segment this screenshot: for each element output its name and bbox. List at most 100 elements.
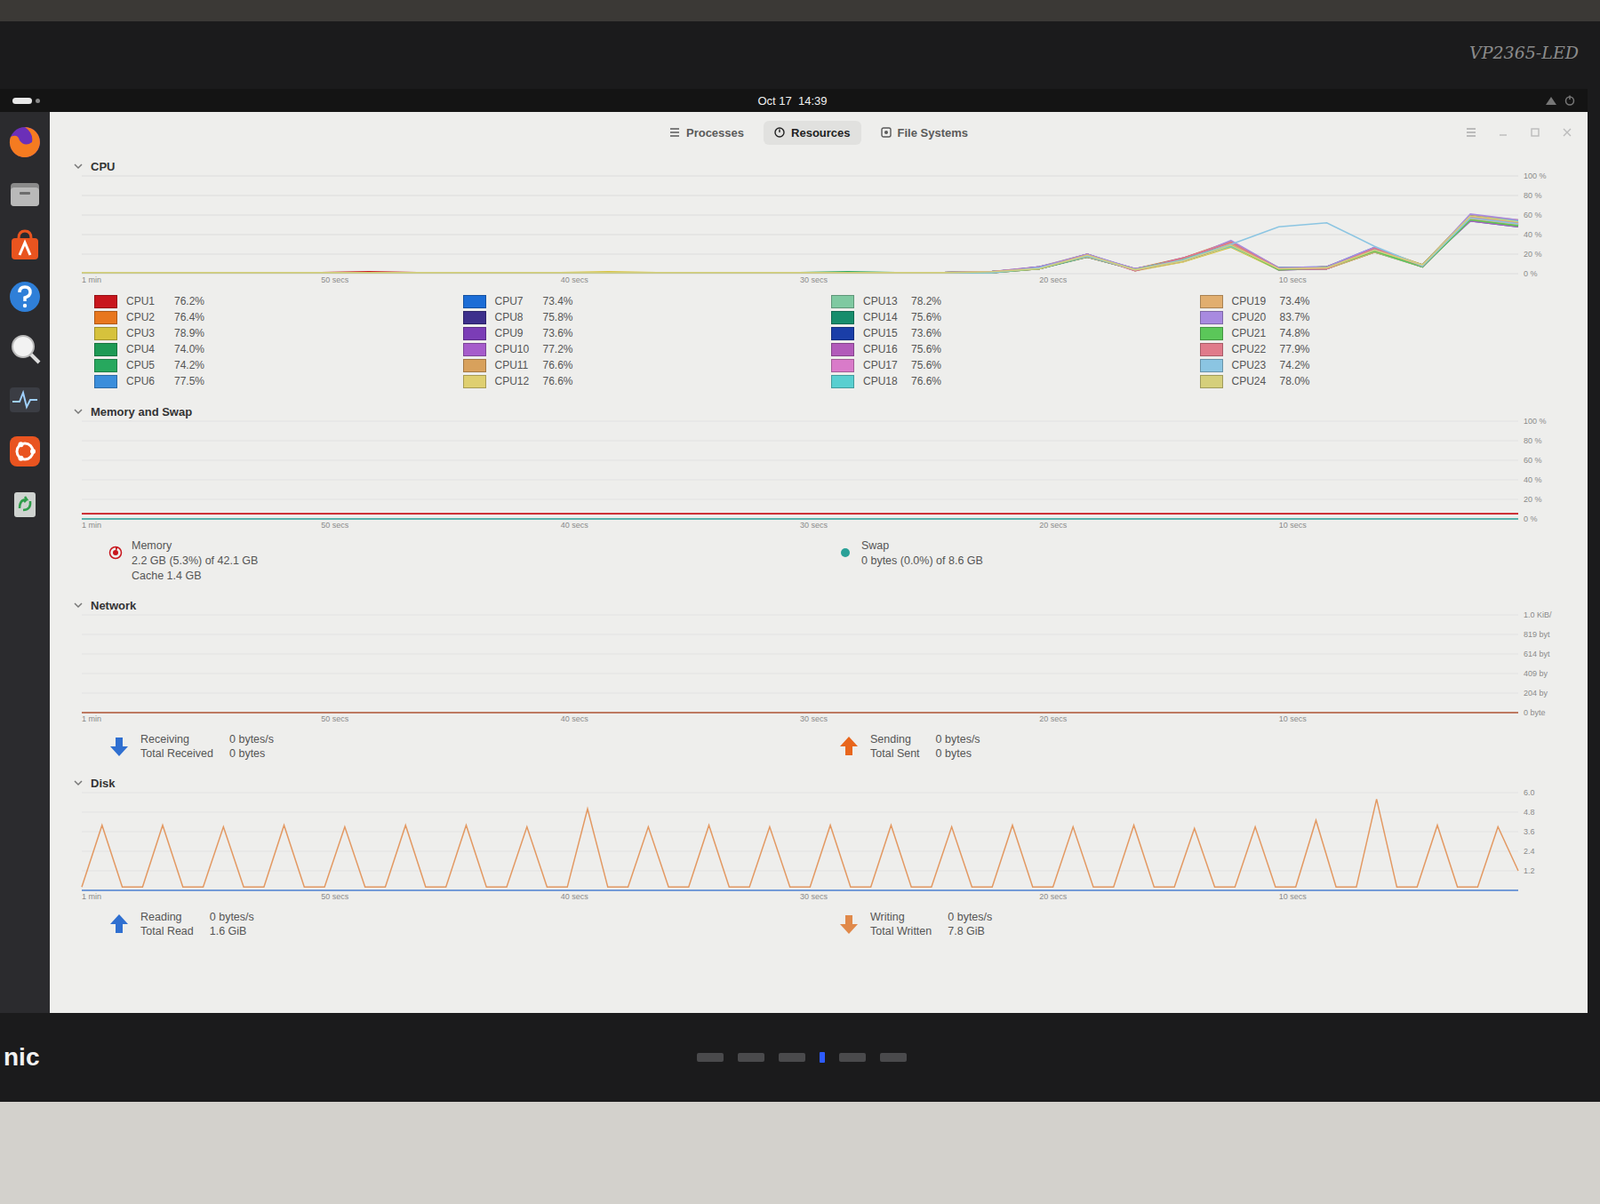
cpu-legend-item: CPU973.6% (463, 325, 832, 342)
cpu-legend-item: CPU1475.6% (831, 309, 1200, 326)
arrow-up-icon[interactable] (838, 736, 860, 758)
maximize-icon[interactable] (1528, 126, 1542, 139)
disk-chart-area: 1 min50 secs40 secs30 secs20 secs10 secs… (72, 792, 1568, 905)
clock[interactable]: Oct 17 14:39 (757, 94, 827, 108)
cpu-value: 76.2% (174, 295, 205, 308)
memory-chart-area: 1 min50 secs40 secs30 secs20 secs10 secs… (72, 421, 1568, 534)
cpu-line (81, 218, 1519, 273)
monitor-button[interactable] (880, 1053, 907, 1063)
cpu-legend-item: CPU2277.9% (1200, 341, 1569, 358)
dot-icon[interactable] (838, 545, 853, 560)
color-swatch[interactable] (463, 343, 487, 357)
color-swatch[interactable] (94, 311, 118, 325)
color-swatch[interactable] (463, 327, 487, 341)
grid-line (81, 712, 1519, 714)
status-area[interactable] (1544, 95, 1576, 106)
help-icon[interactable] (7, 279, 43, 315)
x-tick: 50 secs (320, 520, 560, 534)
trash-icon[interactable] (7, 485, 43, 521)
minimize-icon[interactable] (1496, 126, 1510, 139)
color-swatch[interactable] (831, 327, 855, 341)
arrow-down-icon[interactable] (108, 736, 130, 758)
cpu-name: CPU6 (126, 375, 166, 388)
cpu-chart-area: 1 min50 secs40 secs30 secs20 secs10 secs… (72, 176, 1568, 288)
activities-dot-icon (35, 98, 40, 104)
y-tick: 60 % (1523, 456, 1543, 465)
monitor-button[interactable] (778, 1053, 806, 1063)
pie-icon[interactable] (108, 545, 123, 560)
section-header[interactable]: CPU (72, 156, 1568, 176)
color-swatch[interactable] (463, 375, 487, 389)
grid-line (81, 792, 1519, 794)
color-swatch[interactable] (463, 359, 487, 373)
color-swatch[interactable] (831, 359, 855, 373)
legend-total-label: Total Read (140, 924, 194, 939)
cpu-line (81, 216, 1519, 273)
y-tick: 1.2 (1523, 867, 1536, 876)
color-swatch[interactable] (1200, 295, 1224, 309)
app-center-icon[interactable] (7, 227, 43, 264)
network-line (81, 712, 1519, 714)
x-tick: 40 secs (560, 892, 800, 905)
color-swatch[interactable] (463, 295, 487, 309)
color-swatch[interactable] (831, 375, 855, 389)
network-legend: Receiving0 bytes/sTotal Received0 bytesS… (72, 727, 1568, 761)
header-bar: Processes Resources File Systems (49, 112, 1588, 153)
legend-label: Receiving (140, 732, 214, 747)
grid-line (81, 871, 1519, 872)
color-swatch[interactable] (94, 359, 118, 373)
cpu-legend-item: CPU773.4% (463, 293, 832, 310)
tab[interactable]: File Systems (870, 120, 980, 145)
monitor-button[interactable] (839, 1053, 866, 1063)
legend-total-label: Total Written (870, 924, 932, 939)
y-tick: 614 byt (1523, 650, 1551, 659)
monitor-bezel-bottom: nic (0, 1013, 1600, 1103)
color-swatch[interactable] (1200, 343, 1224, 357)
close-icon[interactable] (1560, 126, 1574, 139)
color-swatch[interactable] (1200, 327, 1224, 341)
color-swatch[interactable] (831, 343, 855, 357)
cpu-legend-item: CPU2083.7% (1200, 309, 1569, 326)
section-header[interactable]: Memory and Swap (72, 401, 1568, 422)
grid-line (81, 215, 1519, 216)
search-icon[interactable] (7, 330, 43, 367)
arrow-down-icon[interactable] (838, 913, 860, 936)
color-swatch[interactable] (831, 311, 855, 325)
screen: Oct 17 14:39Processes Resources File Syste… (0, 88, 1588, 1014)
color-swatch[interactable] (94, 375, 118, 389)
cpu-value: 73.6% (911, 327, 942, 340)
color-swatch[interactable] (94, 327, 118, 341)
activities-button[interactable] (12, 97, 40, 104)
color-swatch[interactable] (94, 295, 118, 309)
y-axis: 1.0 KiB/819 byt614 byt409 by204 by0 byte (1523, 615, 1568, 713)
arrow-up-icon[interactable] (108, 913, 130, 936)
section-header[interactable]: Network (72, 595, 1568, 616)
y-tick: 20 % (1523, 250, 1543, 259)
ubuntu-icon[interactable] (7, 433, 43, 470)
legend-rate: 0 bytes/s (229, 732, 274, 747)
y-tick: 6.0 (1523, 789, 1536, 798)
color-swatch[interactable] (831, 295, 855, 309)
firefox-icon[interactable] (7, 124, 43, 160)
y-tick: 20 % (1523, 496, 1543, 504)
cpu-line (81, 216, 1519, 273)
tab[interactable]: Resources (763, 120, 861, 145)
cpu-name: CPU14 (863, 311, 903, 324)
monitor-button[interactable] (696, 1053, 724, 1063)
section-header[interactable]: Disk (72, 773, 1568, 793)
color-swatch[interactable] (463, 311, 487, 325)
system-monitor-icon[interactable] (7, 382, 43, 418)
color-swatch[interactable] (1200, 311, 1224, 325)
menu-icon[interactable] (1464, 126, 1478, 139)
io-legend-item: Sending0 bytes/sTotal Sent0 bytes (838, 732, 1568, 761)
monitor-button[interactable] (737, 1053, 765, 1063)
color-swatch[interactable] (94, 343, 118, 357)
files-icon[interactable] (7, 176, 43, 212)
color-swatch[interactable] (1200, 359, 1224, 373)
legend-rate: 0 bytes/s (209, 910, 255, 925)
legend-total: 7.8 GiB (947, 924, 992, 939)
cpu-value: 73.4% (1280, 295, 1311, 308)
color-swatch[interactable] (1200, 375, 1224, 389)
desktop: ProcessesResourcesFile SystemsCPU1 min50… (0, 112, 1588, 1014)
tab[interactable]: Processes (658, 120, 755, 145)
